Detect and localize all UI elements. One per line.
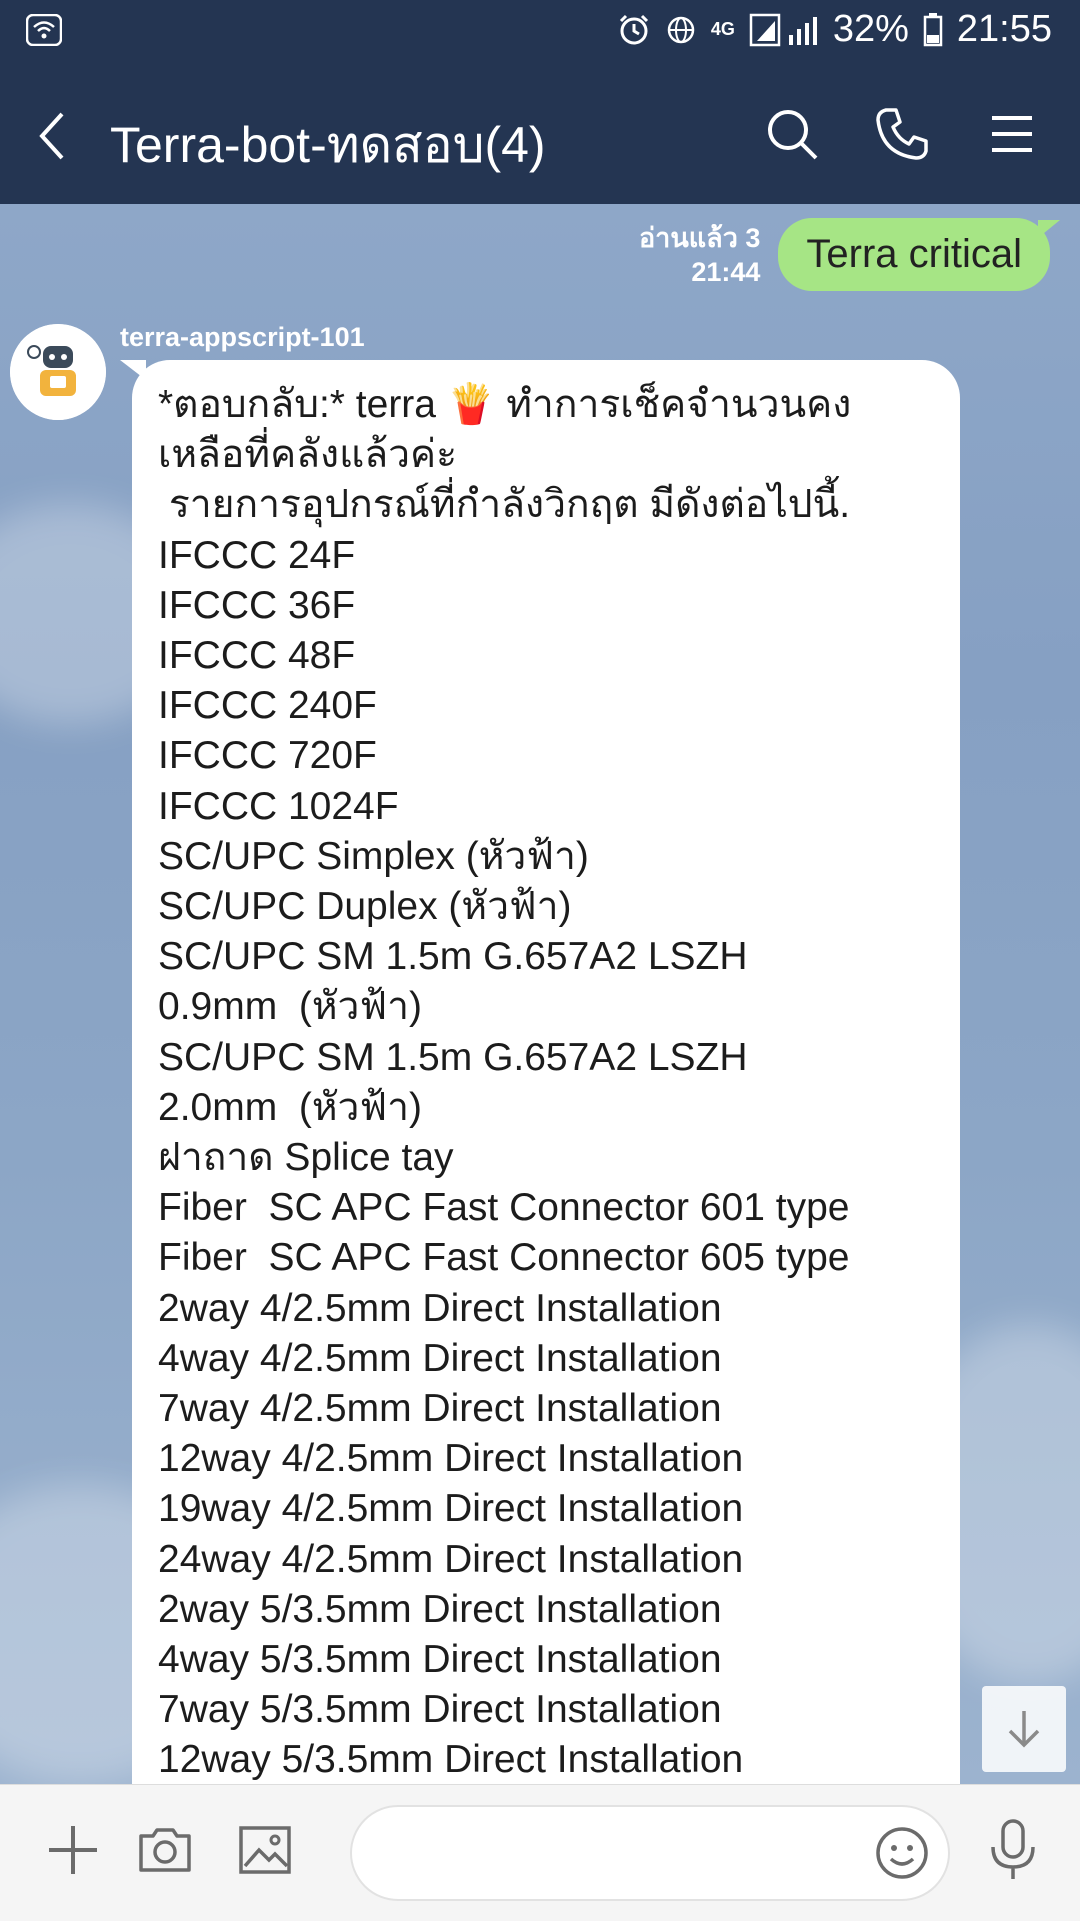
message-line: SC/UPC Simplex (หัวฟ้า) [158,834,589,878]
camera-icon[interactable] [132,1817,198,1883]
message-line: 7way 5/3.5mm Direct Installation [158,1688,722,1732]
message-line: IFCCC 36F [158,583,356,627]
signal-icon [749,13,819,47]
message-line: 0.9mm (หัวฟ้า) [158,985,422,1029]
scroll-down-button[interactable] [982,1686,1066,1772]
message-line: SC/UPC SM 1.5m G.657A2 LSZH [158,935,748,979]
outgoing-message: อ่านแล้ว 3 21:44 Terra critical [639,218,1060,291]
message-line: 4way 4/2.5mm Direct Installation [158,1336,722,1380]
battery-icon [923,12,943,47]
image-icon[interactable] [232,1817,298,1883]
message-line: IFCCC 24F [158,533,356,577]
alarm-icon [617,13,651,47]
message-line: *ตอบกลับ:* terra 🍟 ทำการเช็คจำนวนคง [158,383,852,426]
message-input[interactable] [382,1829,866,1881]
message-line: IFCCC 240F [158,684,377,728]
message-line: 2.0mm (หัวฟ้า) [158,1085,422,1129]
battery-percent: 32% [832,8,909,50]
arrow-down-icon [1008,1711,1040,1748]
message-line: Fiber SC APC Fast Connector 601 type [158,1186,850,1230]
message-line: 4way 5/3.5mm Direct Installation [158,1638,722,1682]
read-status: อ่านแล้ว 3 [638,223,761,253]
clock: 21:55 [956,8,1052,50]
emoji-icon[interactable] [870,1821,934,1885]
message-line: IFCCC 48F [158,634,356,678]
plus-icon[interactable] [40,1817,106,1883]
search-icon[interactable] [762,104,822,164]
sender-name: terra-appscript-101 [120,322,365,352]
message-time: 21:44 [691,257,761,287]
message-line: รายการอุปกรณ์ที่กำลังวิกฤต มีดังต่อไปนี้… [158,483,851,527]
message-input-box[interactable] [350,1805,950,1901]
phone-icon[interactable] [872,104,932,164]
message-line: 2way 5/3.5mm Direct Installation [158,1587,722,1631]
mic-icon[interactable] [980,1817,1046,1883]
message-line: ฝาถาด Splice tay [158,1136,454,1180]
message-line: 19way 4/2.5mm Direct Installation [158,1487,744,1531]
message-line: 12way 5/3.5mm Direct Installation [158,1738,744,1782]
message-line: 12way 4/2.5mm Direct Installation [158,1437,744,1481]
outgoing-bubble[interactable]: Terra critical [778,218,1060,291]
message-line: เหลือที่คลังแล้วค่ะ [158,433,458,477]
message-line: IFCCC 1024F [158,784,399,828]
avatar[interactable] [10,324,106,420]
chat-area[interactable]: อ่านแล้ว 3 21:44 Terra critical terra-ap… [0,204,1080,1784]
status-right: 4G 32% 21:55 [617,8,1052,51]
message-meta: อ่านแล้ว 3 21:44 [639,221,760,289]
message-line: 7way 4/2.5mm Direct Installation [158,1387,722,1431]
message-line: SC/UPC SM 1.5m G.657A2 LSZH [158,1035,748,1079]
chat-title: Terra-bot-ทดสอบ(4) [110,117,546,173]
globe-icon [665,14,697,46]
incoming-bubble[interactable]: *ตอบกลับ:* terra 🍟 ทำการเช็คจำนวนคง เหลื… [120,360,960,1784]
message-line: 2way 4/2.5mm Direct Installation [158,1286,722,1330]
status-bar: 4G 32% 21:55 [0,0,1080,66]
message-line: IFCCC 720F [158,734,377,778]
chat-header: Terra-bot-ทดสอบ(4) [0,66,1080,204]
back-icon[interactable] [30,108,80,164]
network-type: 4G [710,19,735,39]
message-line: Fiber SC APC Fast Connector 605 type [158,1236,850,1280]
wifi-icon [25,13,63,51]
message-line: SC/UPC Duplex (หัวฟ้า) [158,885,572,929]
menu-icon[interactable] [982,104,1042,164]
message-line: 24way 4/2.5mm Direct Installation [158,1537,744,1581]
composer-bar [0,1784,1080,1921]
